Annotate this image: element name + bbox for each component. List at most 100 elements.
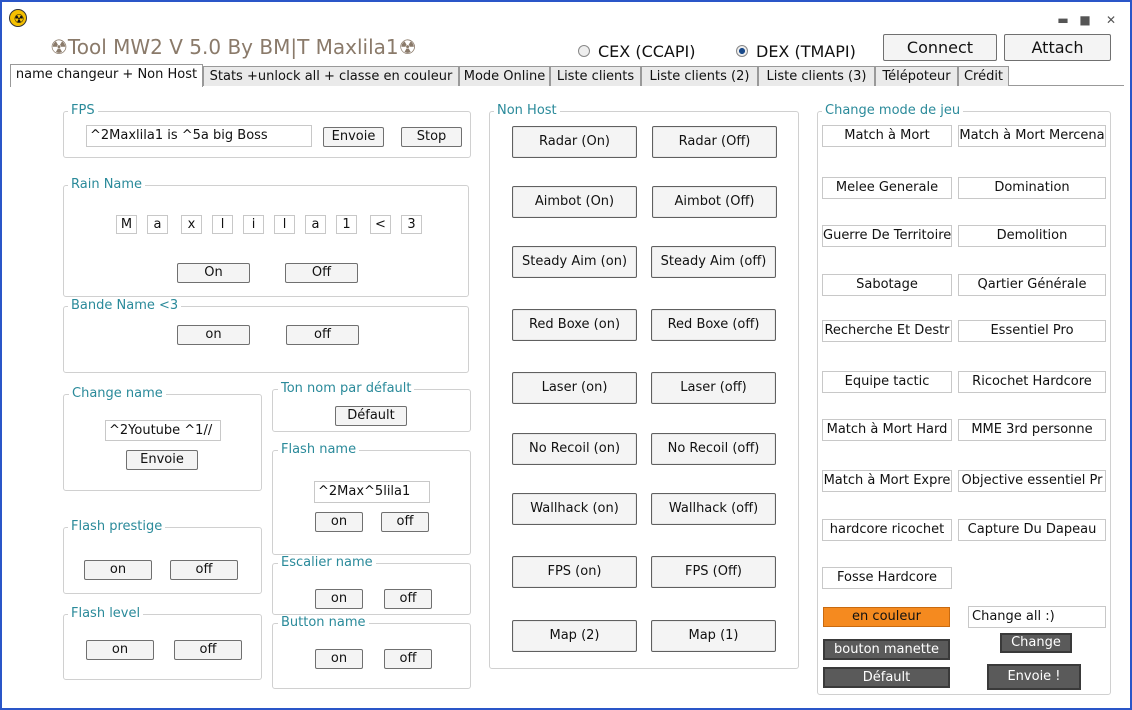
escalier-name-off-button[interactable]: off <box>384 589 432 609</box>
mode-mme-3rd-personne[interactable]: MME 3rd personne <box>958 419 1106 441</box>
red-boxe-on-button[interactable]: Red Boxe (on) <box>512 309 637 341</box>
change-button[interactable]: Change <box>1000 633 1072 653</box>
steady-aim-on-button[interactable]: Steady Aim (on) <box>512 246 637 278</box>
tab-teleporteur[interactable]: Télépoteur <box>875 66 958 86</box>
flash-name-on-button[interactable]: on <box>315 512 363 532</box>
escalier-name-group <box>272 563 471 615</box>
radar-on-button[interactable]: Radar (On) <box>512 126 637 158</box>
laser-on-button[interactable]: Laser (on) <box>512 372 637 404</box>
radio-dex[interactable]: DEX (TMAPI) <box>736 42 856 61</box>
mode-match-a-mort[interactable]: Match à Mort <box>822 125 952 147</box>
wallhack-on-button[interactable]: Wallhack (on) <box>512 493 637 525</box>
flash-level-off-button[interactable]: off <box>174 640 242 660</box>
rain-letter-input[interactable]: 3 <box>401 215 422 234</box>
wallhack-off-button[interactable]: Wallhack (off) <box>651 493 776 525</box>
aimbot-on-button[interactable]: Aimbot (On) <box>512 186 637 218</box>
mode-melee-generale[interactable]: Melee Generale <box>822 177 952 199</box>
bande-name-on-button[interactable]: on <box>177 325 250 345</box>
rain-letter-input[interactable]: l <box>212 215 233 234</box>
attach-button[interactable]: Attach <box>1004 34 1111 61</box>
rain-letter-input[interactable]: i <box>243 215 264 234</box>
mode-match-a-mort-express[interactable]: Match à Mort Expre <box>822 470 952 492</box>
fps-off-button[interactable]: FPS (Off) <box>651 556 776 588</box>
flash-prestige-off-button[interactable]: off <box>170 560 238 580</box>
flash-prestige-on-button[interactable]: on <box>84 560 152 580</box>
radio-cex[interactable]: CEX (CCAPI) <box>578 42 695 61</box>
fps-on-button[interactable]: FPS (on) <box>512 556 637 588</box>
button-name-off-button[interactable]: off <box>384 649 432 669</box>
rain-letter-input[interactable]: l <box>274 215 295 234</box>
rain-letter-input[interactable]: a <box>305 215 326 234</box>
default-name-button[interactable]: Défault <box>335 406 407 426</box>
radiation-icon: ☢ <box>9 9 27 27</box>
no-recoil-on-button[interactable]: No Recoil (on) <box>512 433 637 465</box>
default-mode-button[interactable]: Défault <box>823 667 950 688</box>
mode-recherche-et-destruction[interactable]: Recherche Et Destr <box>822 320 952 342</box>
rain-name-on-button[interactable]: On <box>177 263 250 283</box>
send-mode-button[interactable]: Envoie ! <box>987 664 1081 690</box>
tab-credit[interactable]: Crédit <box>958 66 1009 86</box>
rain-letter-input[interactable]: < <box>370 215 391 234</box>
radio-dot-selected-icon <box>736 44 748 57</box>
bande-name-off-button[interactable]: off <box>286 325 359 345</box>
mode-demolition[interactable]: Demolition <box>958 225 1106 247</box>
mode-objective-essentiel-pro[interactable]: Objective essentiel Pr <box>958 470 1106 492</box>
mode-sabotage[interactable]: Sabotage <box>822 274 952 296</box>
steady-aim-off-button[interactable]: Steady Aim (off) <box>651 246 776 278</box>
button-name-on-button[interactable]: on <box>315 649 363 669</box>
close-icon[interactable]: ✕ <box>1102 12 1120 28</box>
radio-dot-icon <box>578 44 590 57</box>
flash-level-on-button[interactable]: on <box>86 640 154 660</box>
rain-letter-input[interactable]: x <box>181 215 202 234</box>
map-2-button[interactable]: Map (2) <box>512 620 637 652</box>
tab-liste-clients-2[interactable]: Liste clients (2) <box>641 66 758 86</box>
tab-liste-clients-3[interactable]: Liste clients (3) <box>758 66 875 86</box>
mode-domination[interactable]: Domination <box>958 177 1106 199</box>
mode-hardcore-ricochet[interactable]: hardcore ricochet <box>822 519 952 541</box>
mode-capture-du-drapeau[interactable]: Capture Du Dapeau <box>958 519 1106 541</box>
mode-quartier-generale[interactable]: Qartier Générale <box>958 274 1106 296</box>
connect-button[interactable]: Connect <box>883 34 997 61</box>
fps-stop-button[interactable]: Stop <box>401 127 462 147</box>
rain-letter-input[interactable]: 1 <box>336 215 357 234</box>
flash-level-label: Flash level <box>68 606 144 621</box>
flash-prestige-label: Flash prestige <box>68 519 166 534</box>
flash-name-off-button[interactable]: off <box>381 512 429 532</box>
aimbot-off-button[interactable]: Aimbot (Off) <box>652 186 777 218</box>
red-boxe-off-button[interactable]: Red Boxe (off) <box>651 309 776 341</box>
tab-mode-online[interactable]: Mode Online <box>459 66 550 86</box>
mode-equipe-tactic[interactable]: Equipe tactic <box>822 371 952 393</box>
mode-match-a-mort-hard[interactable]: Match à Mort Hard <box>822 419 952 441</box>
minimize-icon[interactable]: ▬ <box>1054 12 1072 28</box>
controller-button[interactable]: bouton manette <box>823 639 950 660</box>
button-name-label: Button name <box>278 615 369 630</box>
rain-letter-input[interactable]: a <box>147 215 168 234</box>
tab-name-changeur[interactable]: name changeur + Non Host <box>10 64 203 87</box>
tab-stats[interactable]: Stats +unlock all + classe en couleur <box>203 66 459 86</box>
map-1-button[interactable]: Map (1) <box>651 620 776 652</box>
tab-liste-clients[interactable]: Liste clients <box>550 66 641 86</box>
fps-text-input[interactable]: ^2Maxlila1 is ^5a big Boss <box>86 125 312 147</box>
change-all-input[interactable]: Change all :) <box>968 606 1106 628</box>
laser-off-button[interactable]: Laser (off) <box>651 372 776 404</box>
change-name-input[interactable]: ^2Youtube ^1// <box>105 420 221 441</box>
default-name-label: Ton nom par défault <box>278 381 415 396</box>
radar-off-button[interactable]: Radar (Off) <box>652 126 777 158</box>
button-name-group <box>272 623 471 689</box>
rain-name-off-button[interactable]: Off <box>285 263 358 283</box>
no-recoil-off-button[interactable]: No Recoil (off) <box>651 433 776 465</box>
app-window: ☢ ☢Tool MW2 V 5.0 By BM|T Maxlila1☢ ▬ ■ … <box>0 0 1132 710</box>
maximize-icon[interactable]: ■ <box>1076 12 1094 28</box>
flash-name-input[interactable]: ^2Max^5lila1 <box>314 481 430 503</box>
rain-letter-input[interactable]: M <box>116 215 137 234</box>
mode-essentiel-pro[interactable]: Essentiel Pro <box>958 320 1106 342</box>
escalier-name-on-button[interactable]: on <box>315 589 363 609</box>
mode-fosse-hardcore[interactable]: Fosse Hardcore <box>822 567 952 589</box>
change-name-send-button[interactable]: Envoie <box>126 450 198 470</box>
mode-match-a-mort-mercenaire[interactable]: Match à Mort Mercena <box>958 125 1106 147</box>
color-toggle-button[interactable]: en couleur <box>823 607 950 627</box>
rain-name-label: Rain Name <box>68 177 146 192</box>
fps-send-button[interactable]: Envoie <box>323 127 384 147</box>
mode-ricochet-hardcore[interactable]: Ricochet Hardcore <box>958 371 1106 393</box>
mode-guerre-de-territoire[interactable]: Guerre De Territoire <box>822 225 952 247</box>
